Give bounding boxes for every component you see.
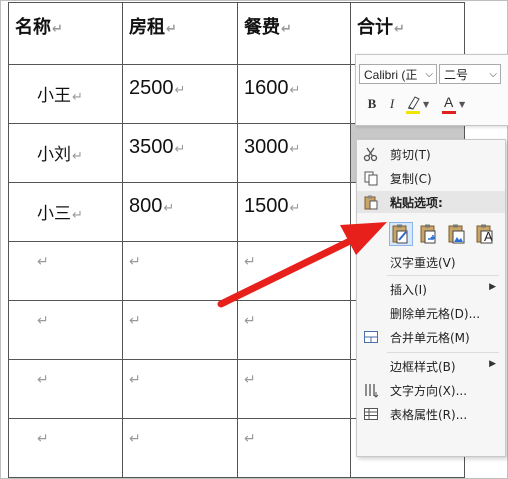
- annotation-arrow-shaft: [217, 236, 356, 308]
- annotation-arrow: [217, 222, 387, 308]
- document-page: 名称↵ 房租↵ 餐费↵ 合计↵ 小王↵ 2500↵ 1600↵ 小刘↵ 3500…: [0, 0, 508, 479]
- annotation-arrow-head: [340, 222, 387, 255]
